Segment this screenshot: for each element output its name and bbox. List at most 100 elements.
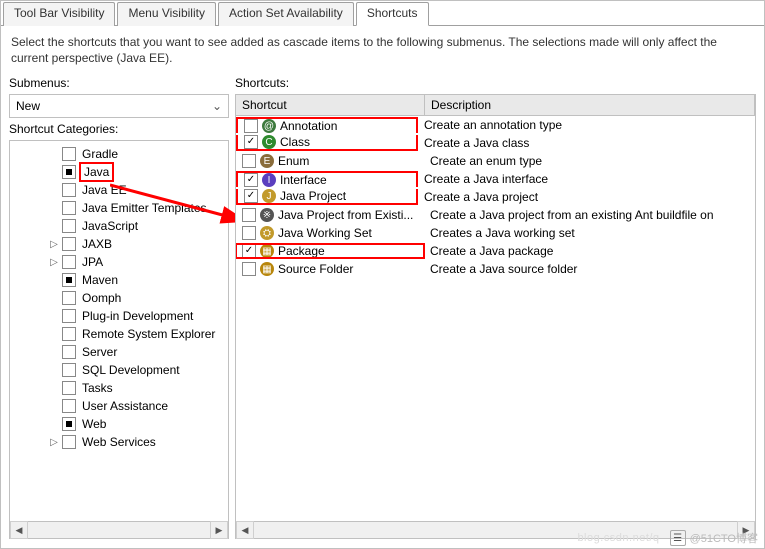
shortcut-checkbox[interactable]	[244, 135, 258, 149]
shortcut-description: Create a Java class	[418, 136, 755, 150]
category-label: Gradle	[82, 147, 118, 161]
category-checkbox[interactable]	[62, 345, 76, 359]
category-checkbox[interactable]	[62, 219, 76, 233]
category-checkbox[interactable]	[62, 255, 76, 269]
tab-bar: Tool Bar Visibility Menu Visibility Acti…	[1, 1, 764, 26]
table-row[interactable]: @ Annotation Create an annotation type	[236, 116, 755, 134]
category-checkbox[interactable]	[62, 381, 76, 395]
category-item[interactable]: Maven	[12, 271, 226, 289]
category-label: Web	[82, 417, 106, 431]
category-item[interactable]: ▷ Web Services	[12, 433, 226, 451]
scroll-left-icon[interactable]: ◀	[236, 521, 254, 539]
shortcut-name: Interface	[280, 173, 327, 187]
category-item[interactable]: Java EE	[12, 181, 226, 199]
category-item[interactable]: ▷JAXB	[12, 235, 226, 253]
scroll-right-icon[interactable]: ▶	[210, 521, 228, 539]
table-row[interactable]: JJava ProjectCreate a Java project	[236, 188, 755, 206]
category-checkbox[interactable]	[62, 417, 76, 431]
submenus-label: Submenus:	[9, 76, 229, 90]
category-label: Maven	[82, 273, 118, 287]
table-row[interactable]: ▦PackageCreate a Java package	[236, 242, 755, 260]
shortcut-type-icon: @	[262, 119, 276, 133]
shortcut-description: Create an annotation type	[418, 118, 755, 132]
scroll-right-icon[interactable]: ▶	[737, 521, 755, 539]
category-item[interactable]: Oomph	[12, 289, 226, 307]
table-row[interactable]: ※Java Project from Existi...Create a Jav…	[236, 206, 755, 224]
category-checkbox[interactable]	[62, 273, 76, 287]
category-label: Java EE	[82, 183, 127, 197]
category-checkbox[interactable]	[62, 399, 76, 413]
category-checkbox[interactable]	[62, 147, 76, 161]
category-checkbox[interactable]	[62, 201, 76, 215]
categories-hscroll[interactable]: ◀ ▶	[10, 521, 228, 538]
category-item[interactable]: Gradle	[12, 145, 226, 163]
shortcuts-hscroll[interactable]: ◀ ▶	[236, 521, 755, 538]
category-item[interactable]: SQL Development	[12, 361, 226, 379]
category-item[interactable]: User Assistance	[12, 397, 226, 415]
category-checkbox[interactable]	[62, 291, 76, 305]
category-checkbox[interactable]	[62, 183, 76, 197]
category-item[interactable]: Server	[12, 343, 226, 361]
shortcut-checkbox[interactable]	[242, 154, 256, 168]
category-item[interactable]: Java Emitter Templates	[12, 199, 226, 217]
expander-icon[interactable]: ▷	[48, 437, 60, 448]
tab-shortcuts[interactable]: Shortcuts	[356, 2, 429, 26]
category-checkbox[interactable]	[62, 327, 76, 341]
shortcut-checkbox[interactable]	[244, 173, 258, 187]
shortcut-checkbox[interactable]	[242, 208, 256, 222]
header-shortcut[interactable]: Shortcut	[236, 95, 425, 115]
shortcut-checkbox[interactable]	[242, 226, 256, 240]
table-row[interactable]: EEnumCreate an enum type	[236, 152, 755, 170]
category-item[interactable]: Plug-in Development	[12, 307, 226, 325]
category-item[interactable]: JavaScript	[12, 217, 226, 235]
header-description[interactable]: Description	[425, 95, 755, 115]
category-checkbox[interactable]	[62, 363, 76, 377]
category-label: Remote System Explorer	[82, 327, 215, 341]
category-label: Java	[82, 165, 111, 179]
table-row[interactable]: ⛭Java Working SetCreates a Java working …	[236, 224, 755, 242]
shortcut-name: Annotation	[280, 119, 337, 133]
category-item[interactable]: Remote System Explorer	[12, 325, 226, 343]
categories-tree[interactable]: Gradle Java Java EE Java Emitter Templates J…	[10, 141, 228, 521]
shortcut-description: Create a Java project from an existing A…	[424, 208, 755, 222]
category-label: Server	[82, 345, 117, 359]
scroll-track[interactable]	[28, 523, 210, 537]
category-checkbox[interactable]	[62, 435, 76, 449]
shortcut-description: Create a Java interface	[418, 172, 755, 186]
categories-panel: Gradle Java Java EE Java Emitter Templates J…	[9, 140, 229, 539]
shortcut-checkbox[interactable]	[244, 119, 258, 133]
table-row[interactable]: ▦Source FolderCreate a Java source folde…	[236, 260, 755, 278]
category-item[interactable]: ▷ JPA	[12, 253, 226, 271]
expander-icon[interactable]: ▷	[48, 257, 60, 268]
tab-action-set-availability[interactable]: Action Set Availability	[218, 2, 354, 26]
category-item[interactable]: Tasks	[12, 379, 226, 397]
shortcuts-table-body[interactable]: @ Annotation Create an annotation type CCla…	[236, 116, 755, 521]
category-checkbox[interactable]	[62, 165, 76, 179]
shortcut-checkbox[interactable]	[244, 189, 258, 203]
category-label: JPA	[82, 255, 103, 269]
shortcut-type-icon: ▦	[260, 244, 274, 258]
scroll-track[interactable]	[254, 523, 737, 537]
shortcut-type-icon: J	[262, 189, 276, 203]
category-item[interactable]: Java	[12, 163, 226, 181]
tab-menu-visibility[interactable]: Menu Visibility	[117, 2, 215, 26]
shortcut-type-icon: I	[262, 173, 276, 187]
shortcut-name: Source Folder	[278, 262, 353, 276]
table-row[interactable]: I Interface Create a Java interface	[236, 170, 755, 188]
category-checkbox[interactable]	[62, 237, 76, 251]
tab-tool-bar-visibility[interactable]: Tool Bar Visibility	[3, 2, 115, 26]
category-item[interactable]: Web	[12, 415, 226, 433]
shortcut-type-icon: ⛭	[260, 226, 274, 240]
category-label: Web Services	[82, 435, 156, 449]
shortcut-checkbox[interactable]	[242, 244, 256, 258]
table-row[interactable]: CClassCreate a Java class	[236, 134, 755, 152]
shortcut-checkbox[interactable]	[242, 262, 256, 276]
category-checkbox[interactable]	[62, 309, 76, 323]
category-label: Java Emitter Templates	[82, 201, 207, 215]
submenus-dropdown[interactable]: New ⌄	[9, 94, 229, 118]
shortcut-name: Java Project from Existi...	[278, 208, 413, 222]
expander-icon[interactable]: ▷	[48, 239, 60, 250]
shortcut-description: Create a Java source folder	[424, 262, 755, 276]
scroll-left-icon[interactable]: ◀	[10, 521, 28, 539]
shortcuts-table-header: Shortcut Description	[236, 95, 755, 116]
